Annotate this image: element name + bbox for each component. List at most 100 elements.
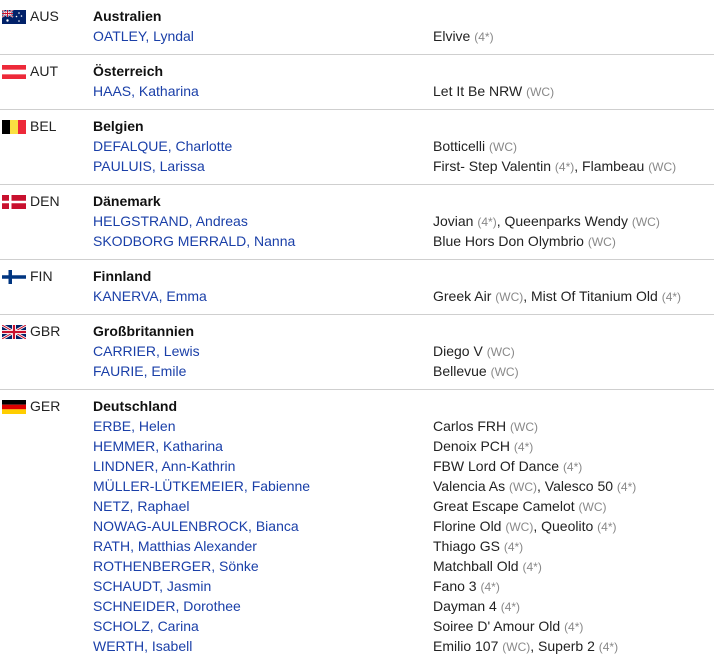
horse-list: First- Step Valentin (4*), Flambeau (WC): [433, 158, 677, 174]
rider-link[interactable]: SKODBORG MERRALD, Nanna: [93, 233, 295, 249]
horse-list: Matchball Old (4*): [433, 558, 542, 574]
rider-link[interactable]: ERBE, Helen: [93, 418, 175, 434]
rider-link[interactable]: HEMMER, Katharina: [93, 438, 223, 454]
country-group-den: DEN Dänemark HELGSTRAND, Andreas Jovian (4*…: [0, 184, 714, 259]
horse-level: (WC): [510, 420, 538, 434]
horse-list: Dayman 4 (4*): [433, 598, 520, 614]
horse-list: FBW Lord Of Dance (4*): [433, 458, 582, 474]
australia-flag-icon: [2, 10, 26, 24]
horse-name: Emilio 107: [433, 638, 499, 654]
horse-name: Valencia As: [433, 478, 506, 494]
horse-list: Jovian (4*), Queenparks Wendy (WC): [433, 213, 660, 229]
horse-name: Florine Old: [433, 518, 502, 534]
horse-level: (4*): [522, 560, 542, 574]
rider-link[interactable]: NOWAG-AULENBROCK, Bianca: [93, 518, 299, 534]
country-name: Finnland: [93, 268, 152, 284]
horse-list: Fano 3 (4*): [433, 578, 500, 594]
rider-link[interactable]: RATH, Matthias Alexander: [93, 538, 257, 554]
horse-level: (WC): [648, 160, 677, 174]
horse-list: Emilio 107 (WC), Superb 2 (4*): [433, 638, 619, 654]
horse-list: Elvive (4*): [433, 28, 494, 44]
country-name: Großbritannien: [93, 323, 195, 339]
horse-list: Greek Air (WC), Mist Of Titanium Old (4*…: [433, 288, 682, 304]
rider-link[interactable]: WERTH, Isabell: [93, 638, 192, 654]
horse-name: Elvive: [433, 28, 471, 44]
horse-list: Thiago GS (4*): [433, 538, 523, 554]
horse-list: Let It Be NRW (WC): [433, 83, 554, 99]
country-group-ger: GER Deutschland ERBE, Helen Carlos FRH (WC)…: [0, 389, 714, 664]
country-group-aut: AUT Österreich HAAS, Katharina Let It Be NR…: [0, 54, 714, 109]
rider-link[interactable]: OATLEY, Lyndal: [93, 28, 194, 44]
rider-link[interactable]: PAULUIS, Larissa: [93, 158, 205, 174]
horse-level: (WC): [495, 290, 524, 304]
rider-link[interactable]: SCHOLZ, Carina: [93, 618, 199, 634]
horse-list: Carlos FRH (WC): [433, 418, 538, 434]
horse-name: Fano 3: [433, 578, 477, 594]
country-name: Deutschland: [93, 398, 178, 414]
horse-list: Bellevue (WC): [433, 363, 519, 379]
country-name: Australien: [93, 8, 162, 24]
country-code: GBR: [30, 323, 61, 339]
horse-level: (WC): [587, 235, 616, 249]
horse-name: First- Step Valentin: [433, 158, 552, 174]
horse-level: (WC): [526, 85, 555, 99]
country-name: Belgien: [93, 118, 144, 134]
horse-name: FBW Lord Of Dance: [433, 458, 560, 474]
horse-name: Superb 2: [538, 638, 595, 654]
horse-list: Great Escape Camelot (WC): [433, 498, 607, 514]
rider-list: AUS Australien OATLEY, Lyndal Elvive (4*) AU…: [0, 0, 714, 664]
germany-flag-icon: [2, 400, 26, 414]
country-group-aus: AUS Australien OATLEY, Lyndal Elvive (4*): [0, 0, 714, 54]
rider-link[interactable]: CARRIER, Lewis: [93, 343, 200, 359]
rider-link[interactable]: HELGSTRAND, Andreas: [93, 213, 248, 229]
horse-name: Soiree D' Amour Old: [433, 618, 561, 634]
horse-level: (WC): [489, 140, 518, 154]
rider-link[interactable]: LINDNER, Ann-Kathrin: [93, 458, 235, 474]
belgium-flag-icon: [2, 120, 26, 134]
rider-link[interactable]: FAURIE, Emile: [93, 363, 186, 379]
horse-name: Jovian: [433, 213, 474, 229]
horse-name: Botticelli: [433, 138, 486, 154]
horse-level: (WC): [502, 640, 531, 654]
horse-list: Blue Hors Don Olymbrio (WC): [433, 233, 616, 249]
country-code: BEL: [30, 118, 57, 134]
horse-level: (4*): [513, 440, 534, 454]
horse-name: Greek Air: [433, 288, 492, 304]
rider-link[interactable]: DEFALQUE, Charlotte: [93, 138, 232, 154]
horse-name: Let It Be NRW: [433, 83, 523, 99]
rider-link[interactable]: ROTHENBERGER, Sönke: [93, 558, 259, 574]
rider-link[interactable]: KANERVA, Emma: [93, 288, 207, 304]
horse-level: (4*): [554, 160, 575, 174]
horse-name: Queenparks Wendy: [504, 213, 628, 229]
rider-link[interactable]: SCHNEIDER, Dorothee: [93, 598, 241, 614]
rider-link[interactable]: SCHAUDT, Jasmin: [93, 578, 211, 594]
rider-link[interactable]: MÜLLER-LÜTKEMEIER, Fabienne: [93, 478, 310, 494]
country-code: FIN: [30, 268, 53, 284]
horse-level: (4*): [503, 540, 524, 554]
horse-list: Botticelli (WC): [433, 138, 517, 154]
horse-level: (WC): [490, 365, 519, 379]
country-code: AUS: [30, 8, 59, 24]
denmark-flag-icon: [2, 195, 26, 209]
horse-level: (WC): [578, 500, 607, 514]
country-name: Dänemark: [93, 193, 161, 209]
horse-level: (4*): [500, 600, 521, 614]
horse-list: Soiree D' Amour Old (4*): [433, 618, 583, 634]
horse-level: (WC): [505, 520, 534, 534]
horse-level: (4*): [661, 290, 682, 304]
horse-list: Denoix PCH (4*): [433, 438, 533, 454]
horse-list: Valencia As (WC), Valesco 50 (4*): [433, 478, 637, 494]
rider-link[interactable]: NETZ, Raphael: [93, 498, 189, 514]
country-group-gbr: GBR Großbritannien CARRIER, Lewis Diego V (…: [0, 314, 714, 389]
horse-name: Diego V: [433, 343, 483, 359]
horse-name: Valesco 50: [544, 478, 614, 494]
rider-link[interactable]: HAAS, Katharina: [93, 83, 199, 99]
horse-name: Matchball Old: [433, 558, 519, 574]
horse-name: Dayman 4: [433, 598, 497, 614]
horse-name: Flambeau: [582, 158, 645, 174]
horse-name: Denoix PCH: [433, 438, 511, 454]
uk-flag-icon: [2, 325, 26, 339]
austria-flag-icon: [2, 65, 26, 79]
finland-flag-icon: [2, 270, 26, 284]
country-code: GER: [30, 398, 61, 414]
